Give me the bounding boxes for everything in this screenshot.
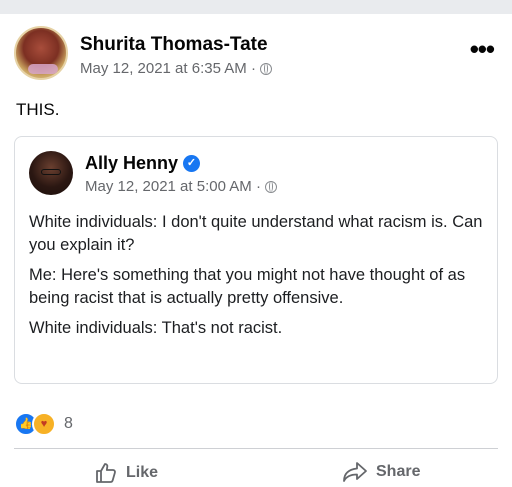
shared-author-avatar[interactable]: [29, 151, 73, 195]
shared-paragraph: White individuals: That's not racist.: [29, 319, 283, 337]
avatar-glasses: [41, 169, 61, 175]
share-arrow-icon: [343, 462, 367, 482]
globe-icon: [264, 180, 277, 193]
shared-author-row: Ally Henny ✓: [85, 153, 201, 174]
reaction-count: 8: [64, 415, 73, 432]
post-card: Shurita Thomas-Tate May 12, 2021 at 6:35…: [0, 14, 512, 487]
like-label: Like: [126, 464, 159, 481]
share-label: Share: [376, 463, 421, 480]
author-avatar[interactable]: [14, 26, 68, 80]
reactions-summary[interactable]: 👍 ♥ 8: [14, 412, 73, 436]
post-meta: May 12, 2021 at 6:35 AM ·: [80, 60, 272, 77]
like-button[interactable]: Like: [94, 461, 158, 485]
shared-author-name[interactable]: Ally Henny: [85, 153, 178, 174]
verified-badge-icon: ✓: [183, 155, 201, 172]
more-options-button[interactable]: •••: [470, 36, 495, 62]
post-timestamp[interactable]: May 12, 2021 at 6:35 AM ·: [80, 60, 256, 77]
post-text: THIS.: [16, 100, 60, 119]
care-icon: ♥: [32, 412, 56, 436]
shared-post-body: White individuals: I don't quite underst…: [29, 211, 485, 347]
action-divider: [14, 448, 498, 449]
top-strip: [0, 0, 512, 14]
avatar-frame-badge: [28, 64, 58, 74]
share-button[interactable]: Share: [342, 461, 420, 483]
thumbs-up-icon: [96, 463, 116, 483]
author-name[interactable]: Shurita Thomas-Tate: [80, 34, 268, 56]
globe-icon: [259, 62, 272, 75]
shared-post-meta: May 12, 2021 at 5:00 AM ·: [85, 178, 277, 195]
shared-post[interactable]: Ally Henny ✓ May 12, 2021 at 5:00 AM · W…: [14, 136, 498, 384]
shared-post-timestamp[interactable]: May 12, 2021 at 5:00 AM ·: [85, 178, 261, 195]
shared-paragraph: White individuals: I don't quite underst…: [29, 213, 483, 254]
shared-paragraph: Me: Here's something that you might not …: [29, 266, 466, 307]
